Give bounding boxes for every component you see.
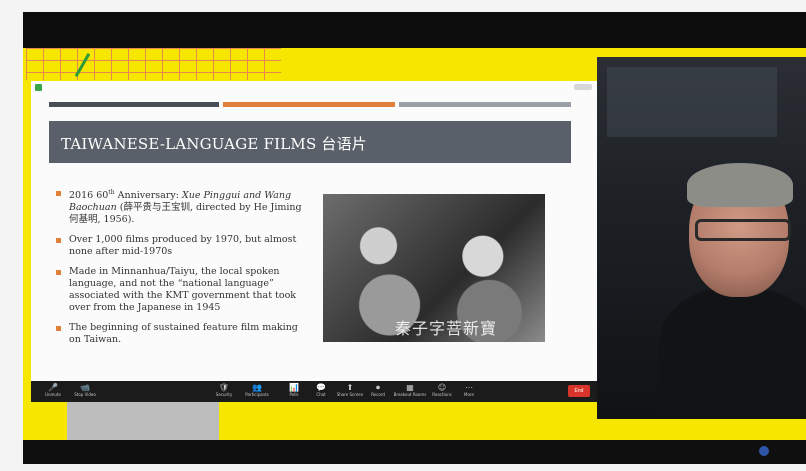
video-camera-icon: 📹 [80,383,90,392]
screen-share-thumbnail [67,402,219,440]
slide-bullet-list: 2016 60th Anniversary: Xue Pinggui and W… [55,187,310,354]
participants-button[interactable]: 👥 Participants [237,383,277,398]
zoom-toolbar: 🎤 Unmute 📹 Stop Video 🛡 Security 👥 Participa… [31,381,599,402]
slide-accent-bar-orange [223,102,395,107]
bullet-films-produced: Over 1,000 films produced by 1970, but a… [55,234,310,258]
bottom-strip [23,440,806,464]
film-still-photo: 秦子字菩新寶 [323,194,545,342]
speaker-video-tile[interactable] [597,57,806,419]
slide-accent-bar-dark [49,102,219,107]
background-window [607,67,777,137]
bullet-language: Made in Minnanhua/Taiyu, the local spoke… [55,266,310,314]
graph-paper-decoration [26,48,281,80]
participants-icon: 👥 [252,383,262,392]
share-indicator-icon [35,84,42,91]
speaker-glasses [695,219,791,241]
slide-title: TAIWANESE-LANGUAGE FILMS 台语片 [61,135,368,153]
slide-accent-bar-gray [399,102,571,107]
stop-video-button[interactable]: 📹 Stop Video [65,383,105,398]
presentation-slide: TAIWANESE-LANGUAGE FILMS 台语片 2016 60th A… [31,81,599,388]
zoom-meeting-window: TAIWANESE-LANGUAGE FILMS 台语片 2016 60th A… [23,12,806,464]
bullet-anniversary: 2016 60th Anniversary: Xue Pinggui and W… [55,187,310,226]
end-meeting-button[interactable]: End [568,385,590,397]
more-button[interactable]: ⋯ More [449,383,489,398]
speaker-hair [687,163,793,207]
more-icon: ⋯ [465,383,473,392]
speaker-body [659,289,806,419]
bullet-beginning: The beginning of sustained feature film … [55,322,310,346]
slide-title-band: TAIWANESE-LANGUAGE FILMS 台语片 [49,121,571,163]
institution-logo-wordmark [772,447,802,451]
photo-caption: 秦子字菩新寶 [395,319,498,338]
institution-logo-icon [759,446,769,456]
slide-options-button[interactable] [574,84,592,90]
